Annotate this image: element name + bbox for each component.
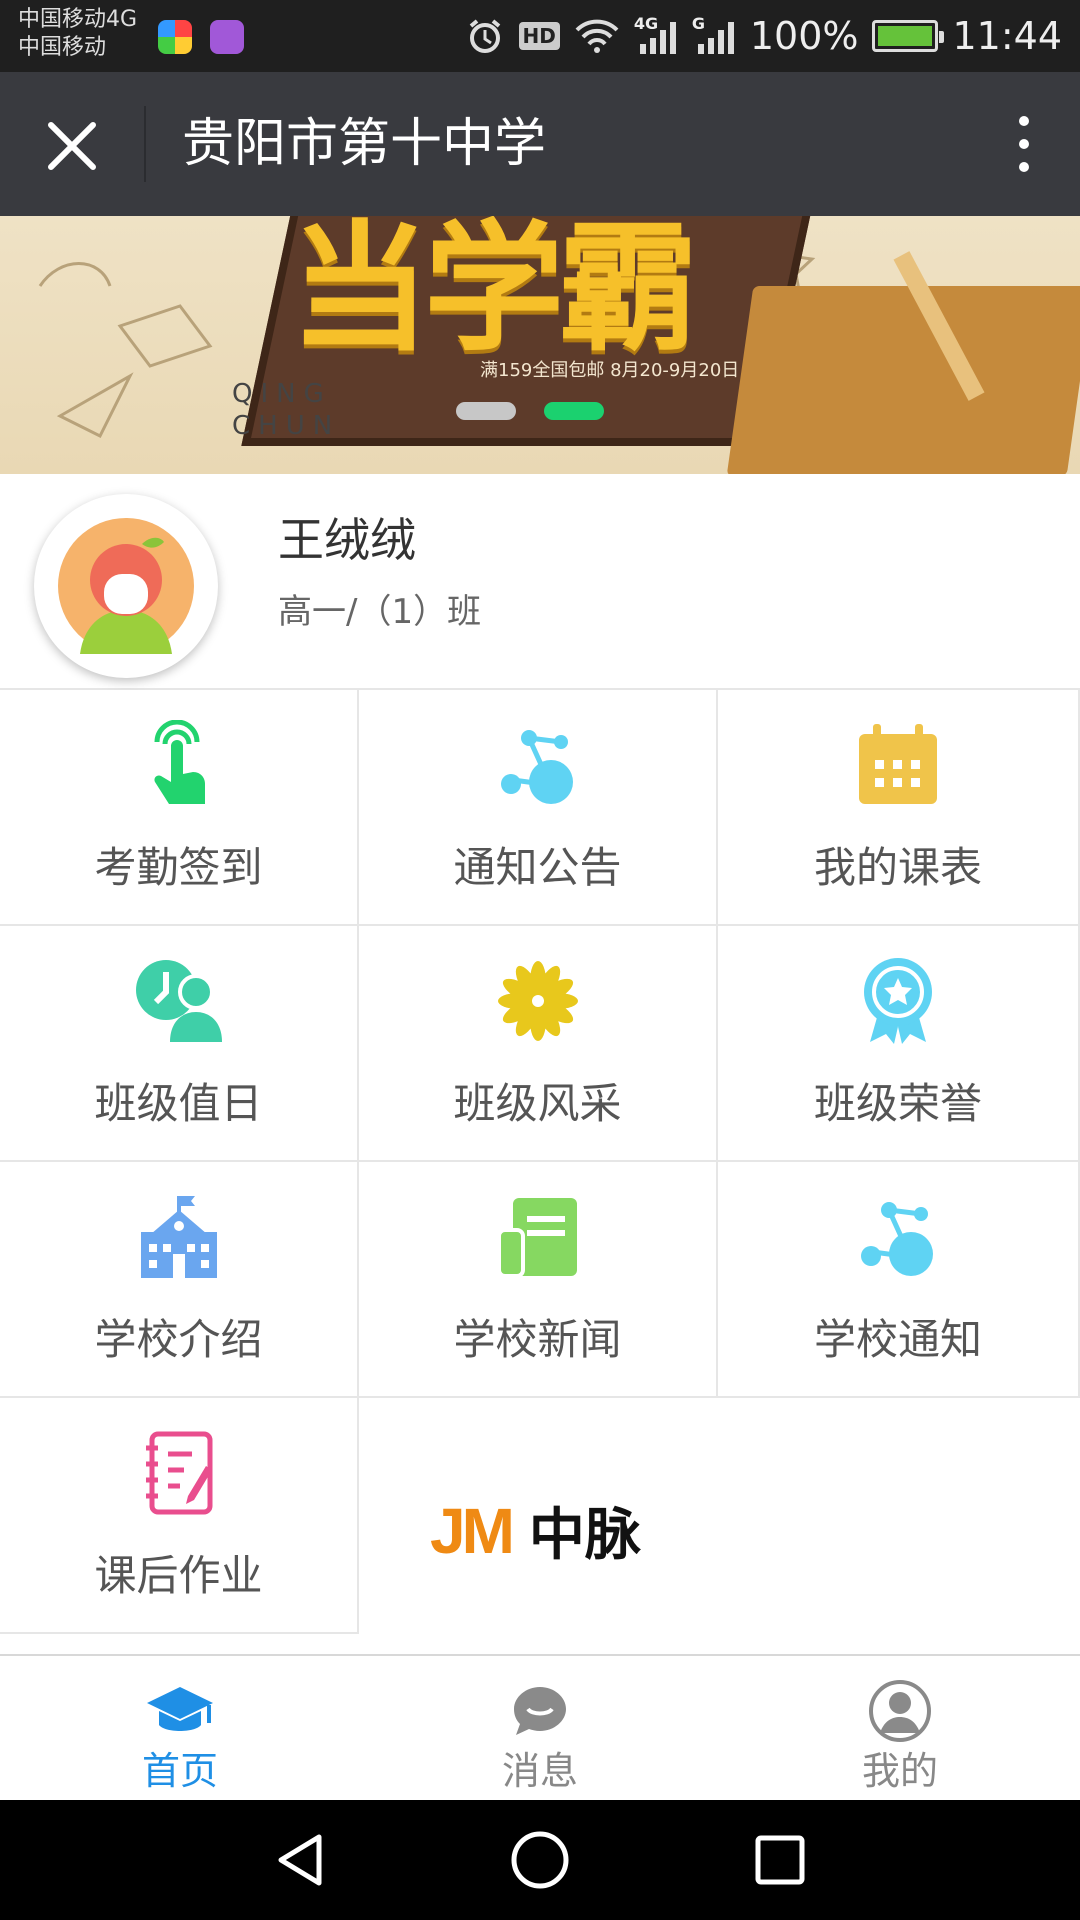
carrier-2: 中国移动 (18, 35, 107, 60)
profile-card[interactable]: 王绒绒 高一/（1）班 (0, 474, 1080, 690)
tab-label: 消息 (501, 1749, 578, 1793)
app-notification-icon (158, 20, 192, 54)
alarm-icon (465, 16, 505, 56)
tab-label: 首页 (141, 1749, 218, 1793)
tab-messages[interactable]: 消息 (360, 1656, 720, 1802)
system-nav-bar (0, 1800, 1080, 1920)
newspaper-icon (496, 1198, 577, 1278)
menu-label: 班级荣誉 (813, 1079, 982, 1128)
status-icons: HD 4G G 100% 11:44 (465, 0, 1062, 72)
menu-item-attendance[interactable]: 考勤签到 (0, 690, 359, 926)
menu-label: 课后作业 (94, 1551, 263, 1600)
tab-mine[interactable]: 我的 (720, 1656, 1080, 1802)
menu-item-homework[interactable]: 课后作业 (0, 1398, 359, 1634)
menu-label: 学校新闻 (453, 1315, 622, 1364)
menu-item-school-news[interactable]: 学校新闻 (359, 1162, 718, 1398)
calendar-icon (859, 724, 937, 804)
user-circle-icon (869, 1680, 931, 1742)
page-title: 贵阳市第十中学 (182, 114, 547, 174)
banner-qing: QING (232, 379, 332, 409)
menu-label: 学校介绍 (94, 1315, 263, 1364)
banner-qing-chun: QING CHUN (232, 378, 340, 442)
menu-label: 考勤签到 (94, 843, 263, 892)
menu-label: 通知公告 (453, 843, 622, 892)
carousel-indicator (456, 402, 604, 420)
hd-badge: HD (518, 22, 560, 50)
menu-item-class-honor[interactable]: 班级荣誉 (718, 926, 1080, 1162)
menu-item-school-notice[interactable]: 学校通知 (718, 1162, 1080, 1398)
school-building-icon (140, 1196, 217, 1278)
medal-icon (864, 958, 932, 1044)
battery-percent: 100% (749, 14, 859, 58)
banner-desk (726, 286, 1080, 474)
clock-person-icon (135, 960, 222, 1042)
menu-label: 班级值日 (94, 1079, 263, 1128)
menu-label: 学校通知 (813, 1315, 982, 1364)
girl-avatar-icon (58, 518, 194, 654)
signal-4g-icon: 4G (634, 14, 678, 58)
user-name: 王绒绒 (278, 513, 416, 567)
back-triangle-icon (278, 1834, 322, 1886)
chat-bubble-icon (514, 1687, 566, 1735)
tab-home[interactable]: 首页 (0, 1656, 360, 1802)
user-class: 高一/（1）班 (278, 592, 482, 632)
banner-carousel[interactable]: 当学霸 满159全国包邮 8月20-9月20日 QING CHUN (0, 216, 1080, 474)
more-button[interactable] (1002, 112, 1046, 176)
banner-headline: 当学霸 (290, 216, 698, 371)
bottom-tab-bar: 首页 消息 我的 (0, 1654, 1080, 1800)
banner-promo: 满159全国包邮 8月20-9月20日 (480, 360, 740, 381)
menu-item-class-style[interactable]: 班级风采 (359, 926, 718, 1162)
close-icon (48, 122, 96, 170)
flower-icon (497, 961, 578, 1041)
carrier-1: 中国移动4G (18, 7, 138, 32)
close-button[interactable] (40, 116, 104, 176)
logo-jm: JM (430, 1494, 515, 1567)
molecule-icon (500, 730, 573, 804)
menu-label: 我的课表 (813, 843, 982, 892)
net-type-label-2: G (691, 14, 705, 33)
carousel-dot-1[interactable] (456, 402, 516, 420)
signal-g-icon: G (692, 14, 736, 58)
home-button[interactable] (505, 1830, 575, 1890)
more-vertical-icon (1019, 116, 1029, 172)
tap-finger-icon (153, 720, 205, 804)
clock: 11:44 (952, 14, 1062, 58)
menu-item-class-duty[interactable]: 班级值日 (0, 926, 359, 1162)
menu-item-schedule[interactable]: 我的课表 (718, 690, 1080, 926)
title-divider (144, 106, 146, 182)
back-button[interactable] (265, 1830, 335, 1890)
battery-icon (872, 20, 945, 52)
net-type-label: 4G (633, 14, 659, 33)
zhongmai-logo: JM 中脉 (430, 1490, 641, 1571)
recents-button[interactable] (745, 1830, 815, 1890)
avatar[interactable] (34, 494, 218, 678)
home-circle-icon (511, 1831, 569, 1889)
carrier-info: 中国移动4G 中国移动 (18, 6, 137, 62)
recents-square-icon (755, 1835, 805, 1885)
notebook-icon (145, 1431, 212, 1515)
graduation-cap-icon (147, 1687, 213, 1731)
title-bar: 贵阳市第十中学 (0, 72, 1080, 216)
molecule-icon (861, 1202, 933, 1276)
menu-item-notice[interactable]: 通知公告 (359, 690, 718, 926)
wifi-icon (574, 18, 620, 54)
menu-label: 班级风采 (453, 1079, 622, 1128)
banner-chun: CHUN (232, 411, 341, 441)
gallery-notification-icon (210, 20, 244, 54)
menu-item-school-intro[interactable]: 学校介绍 (0, 1162, 359, 1398)
logo-text: 中脉 (528, 1503, 641, 1568)
carousel-dot-2[interactable] (544, 402, 604, 420)
status-bar: 中国移动4G 中国移动 HD 4G G 100% 11:44 (0, 0, 1080, 72)
tab-label: 我的 (861, 1749, 938, 1793)
